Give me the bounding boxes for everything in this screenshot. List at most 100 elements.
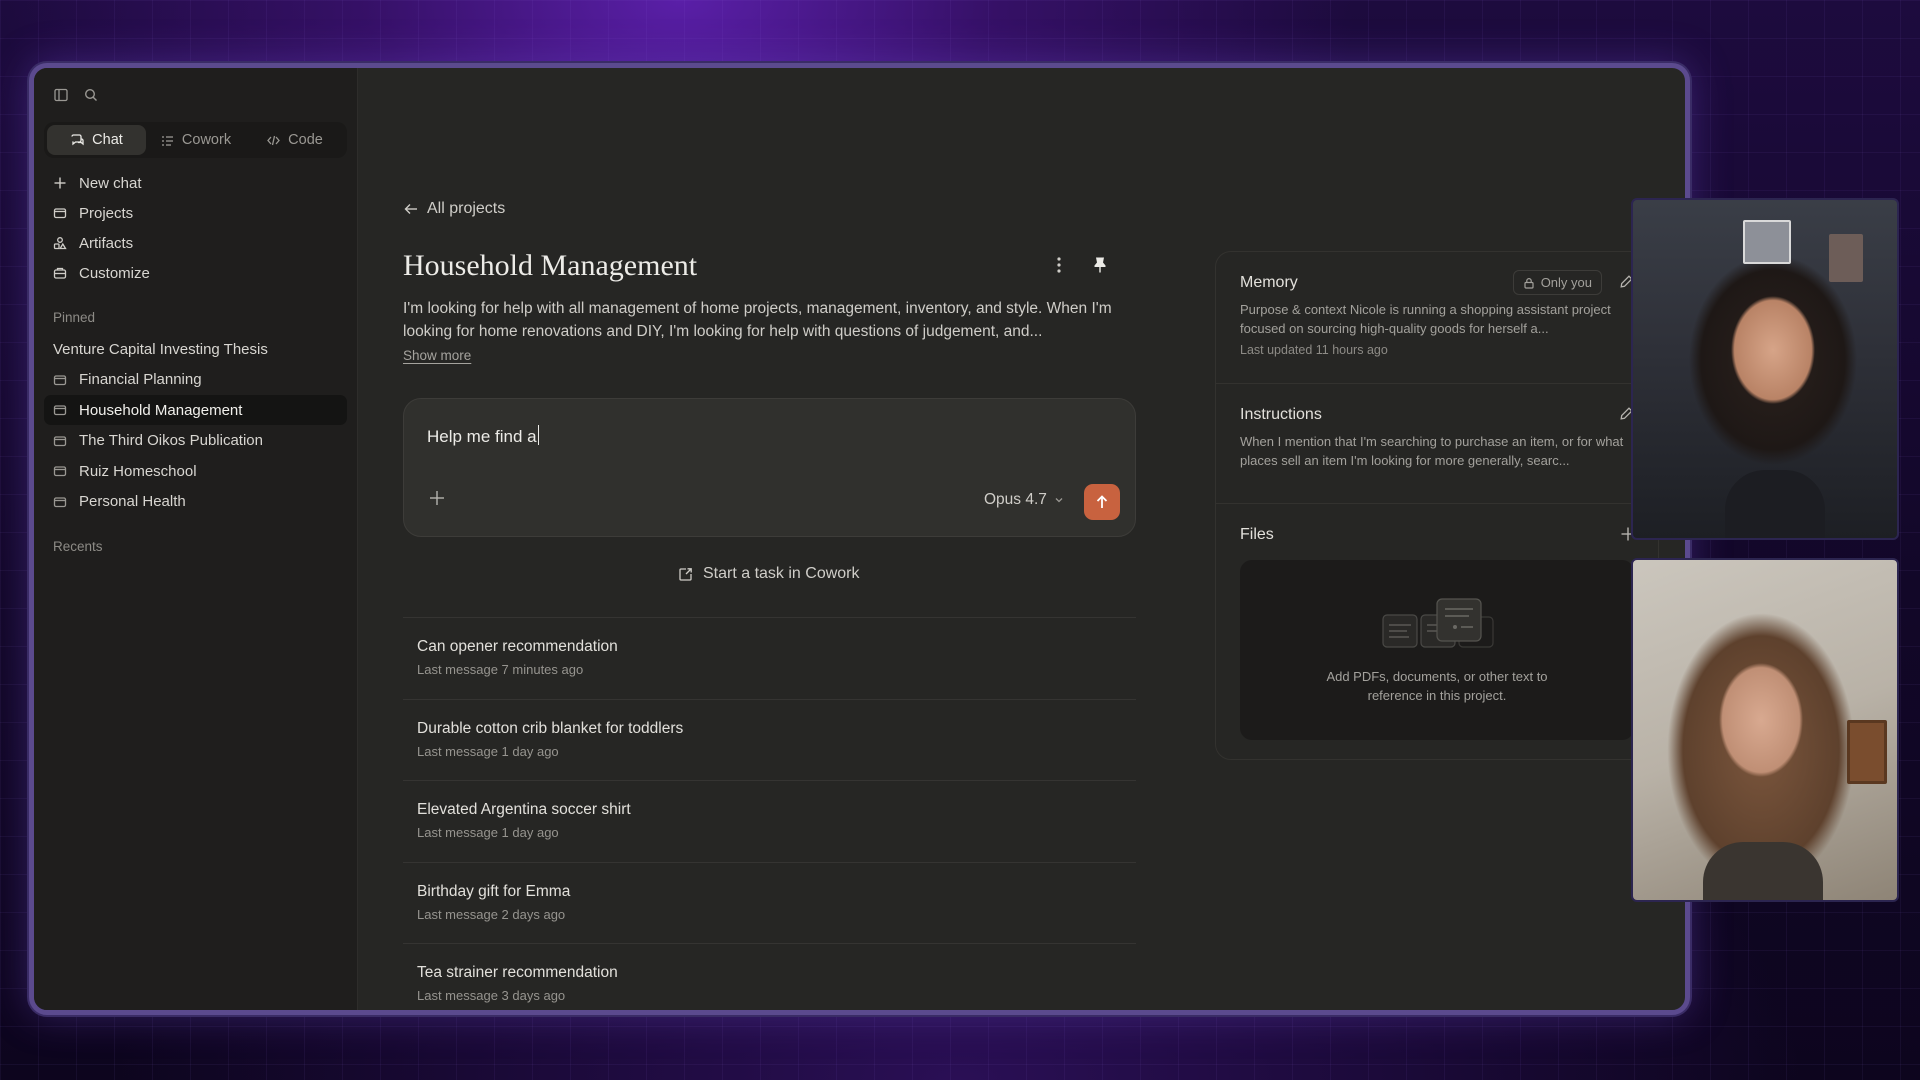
sidebar-item-label: New chat: [79, 174, 142, 192]
wall-frame: [1829, 234, 1863, 282]
list-item[interactable]: Can opener recommendation Last message 7…: [403, 618, 1136, 700]
pinned-item-venture-capital[interactable]: Venture Capital Investing Thesis: [44, 334, 347, 364]
chat-timestamp: Last message 1 day ago: [417, 825, 559, 840]
folder-icon: [53, 405, 67, 416]
sidebar-item-artifacts[interactable]: Artifacts: [44, 228, 347, 258]
person-shirt: [1703, 842, 1823, 900]
pinned-item-household-management[interactable]: Household Management: [44, 395, 347, 425]
pin-icon[interactable]: [1092, 256, 1108, 279]
instructions-summary: When I mention that I'm searching to pur…: [1240, 434, 1624, 468]
folder-icon: [53, 496, 67, 507]
chat-title: Tea strainer recommendation: [417, 964, 618, 981]
video-tile-participant-1: [1631, 198, 1899, 540]
visibility-badge: Only you: [1512, 270, 1602, 295]
sidebar-item-projects[interactable]: Projects: [44, 198, 347, 228]
tab-cowork-label: Cowork: [181, 132, 232, 148]
arrow-up-icon: [1096, 495, 1108, 508]
file-dropzone[interactable]: Add PDFs, documents, or other text to re…: [1240, 560, 1634, 740]
person-shirt: [1725, 470, 1825, 538]
chat-title: Can opener recommendation: [417, 638, 618, 655]
page-title: Household Management: [403, 249, 698, 282]
send-button[interactable]: [1084, 484, 1120, 520]
app-window: Chat Cowork Code New chat Projects Artif…: [29, 63, 1690, 1015]
wall-frame: [1743, 220, 1791, 264]
sidebar-item-label: Artifacts: [79, 234, 134, 252]
chat-title: Durable cotton crib blanket for toddlers: [417, 719, 684, 737]
files-empty-text: Add PDFs, documents, or other text to re…: [1326, 669, 1548, 703]
folder-icon: [53, 374, 67, 385]
chat-title: Elevated Argentina soccer shirt: [417, 801, 631, 818]
cowork-icon: [161, 135, 173, 146]
pinned-item-label: Venture Capital Investing Thesis: [53, 340, 268, 358]
tab-chat[interactable]: Chat: [47, 125, 146, 155]
all-projects-label: All projects: [427, 200, 506, 217]
files-heading: Files: [1240, 526, 1274, 543]
arrow-left-icon: [404, 204, 417, 214]
message-input-value: Help me find a: [427, 427, 537, 446]
sidebar-nav: New chat Projects Artifacts Customize: [44, 168, 347, 288]
project-chat-list: Can opener recommendation Last message 7…: [403, 617, 1136, 1010]
list-item[interactable]: Tea strainer recommendation Last message…: [403, 944, 1136, 1010]
mode-tabs: Chat Cowork Code: [44, 122, 347, 158]
instructions-heading: Instructions: [1240, 406, 1322, 423]
list-item[interactable]: Birthday gift for Emma Last message 2 da…: [403, 863, 1136, 944]
pinned-item-label: Personal Health: [79, 493, 186, 510]
text-caret: [537, 425, 539, 445]
start-cowork-task-link[interactable]: Start a task in Cowork: [678, 565, 860, 583]
tab-chat-label: Chat: [92, 132, 123, 148]
chat-composer[interactable]: Help me find a Opus 4.7: [403, 398, 1136, 537]
list-item[interactable]: Elevated Argentina soccer shirt Last mes…: [403, 781, 1136, 863]
chat-title: Birthday gift for Emma: [417, 882, 571, 900]
start-cowork-task-label: Start a task in Cowork: [703, 565, 860, 582]
project-description: I'm looking for help with all management…: [403, 300, 1112, 340]
memory-updated: Last updated 11 hours ago: [1240, 343, 1388, 357]
code-icon: [267, 135, 281, 145]
attach-plus-icon[interactable]: [428, 489, 446, 512]
title-actions: [1056, 256, 1108, 279]
list-item[interactable]: Durable cotton crib blanket for toddlers…: [403, 700, 1136, 781]
lock-icon: [1524, 277, 1534, 289]
pinned-item-label: Household Management: [79, 401, 243, 419]
chat-timestamp: Last message 3 days ago: [417, 988, 566, 1003]
sidebar-top-icons: [44, 78, 347, 112]
artifacts-icon: [53, 237, 67, 250]
message-input[interactable]: Help me find a: [427, 425, 539, 447]
pinned-item-financial-planning[interactable]: Financial Planning: [44, 365, 347, 395]
documents-illustration-icon: [1382, 598, 1494, 648]
model-selector[interactable]: Opus 4.7: [984, 491, 1065, 509]
pinned-list: Venture Capital Investing Thesis Financi…: [44, 334, 347, 517]
video-tile-participant-2: [1631, 558, 1899, 902]
tab-cowork[interactable]: Cowork: [146, 125, 245, 155]
instructions-section[interactable]: Instructions When I mention that I'm sea…: [1216, 384, 1658, 504]
tab-code[interactable]: Code: [245, 125, 344, 155]
search-icon[interactable]: [82, 86, 100, 104]
pinned-item-personal-health[interactable]: Personal Health: [44, 487, 347, 517]
folder-icon: [53, 466, 67, 477]
pinned-item-third-oikos[interactable]: The Third Oikos Publication: [44, 426, 347, 456]
external-task-icon: [679, 567, 692, 581]
folder-icon: [53, 208, 67, 219]
memory-summary: Purpose & context Nicole is running a sh…: [1240, 302, 1611, 336]
sidebar-item-label: Customize: [79, 264, 150, 282]
memory-section[interactable]: Memory Only you Purpose & context Nicole…: [1216, 252, 1658, 384]
all-projects-link[interactable]: All projects: [403, 200, 505, 218]
sidebar-item-customize[interactable]: Customize: [44, 258, 347, 288]
chat-timestamp: Last message 2 days ago: [417, 906, 566, 922]
sidebar-item-new-chat[interactable]: New chat: [44, 168, 347, 198]
visibility-badge-label: Only you: [1540, 275, 1592, 290]
recents-heading: Recents: [53, 538, 103, 554]
files-section: Files Add PDFs, documents, or other text…: [1216, 504, 1658, 740]
chat-timestamp: Last message 7 minutes ago: [417, 662, 584, 677]
more-options-icon[interactable]: [1056, 256, 1062, 279]
chat-icon: [71, 133, 84, 145]
pinned-item-ruiz-homeschool[interactable]: Ruiz Homeschool: [44, 456, 347, 486]
project-knowledge-panel: Memory Only you Purpose & context Nicole…: [1215, 251, 1659, 760]
customize-icon: [53, 267, 67, 279]
show-more-link[interactable]: Show more: [403, 348, 471, 363]
model-selector-label: Opus 4.7: [984, 491, 1047, 508]
chevron-down-icon: [1055, 498, 1063, 503]
folder-icon: [53, 435, 67, 446]
pinned-item-label: The Third Oikos Publication: [79, 432, 263, 449]
pinned-heading: Pinned: [53, 310, 96, 325]
sidebar-toggle-icon[interactable]: [52, 86, 70, 104]
